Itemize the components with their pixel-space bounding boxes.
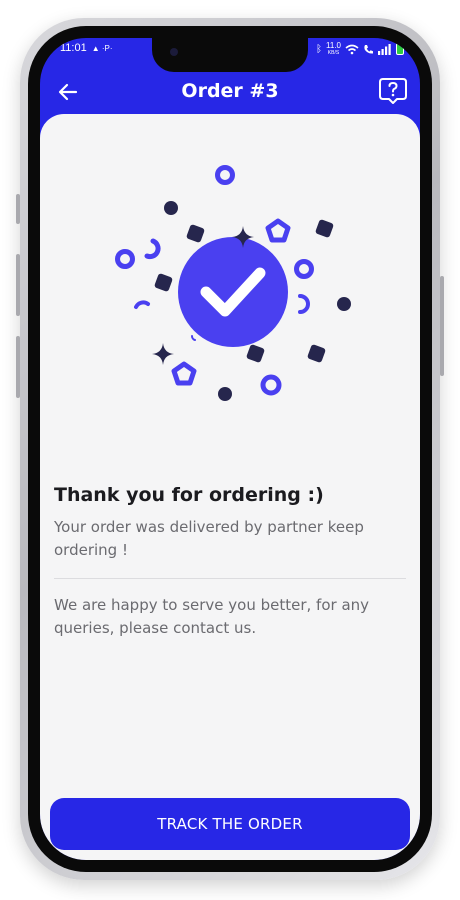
confetti-square bbox=[307, 344, 326, 363]
status-indicators: ▲ ·P· bbox=[91, 43, 113, 53]
volume-up-button bbox=[16, 254, 20, 316]
confetti-square bbox=[186, 224, 205, 243]
order-success-illustration bbox=[115, 165, 351, 401]
power-button bbox=[440, 276, 444, 376]
wifi-icon bbox=[345, 44, 359, 54]
help-button[interactable] bbox=[378, 76, 408, 106]
bluetooth-icon: ᛒ bbox=[316, 43, 323, 55]
delivery-message: Your order was delivered by partner keep… bbox=[54, 518, 364, 559]
confetti-pentagon bbox=[171, 361, 197, 386]
confetti-arc bbox=[144, 238, 161, 260]
order-status-card: Thank you for ordering :) Your order was… bbox=[40, 114, 420, 860]
network-speed: 11.0 KB/S bbox=[326, 41, 341, 57]
battery-icon bbox=[396, 43, 404, 55]
sparkle-icon bbox=[152, 343, 174, 365]
help-chat-icon bbox=[379, 78, 407, 104]
camera-notch bbox=[152, 38, 308, 72]
track-order-button[interactable]: TRACK THE ORDER bbox=[50, 798, 410, 850]
network-speed-unit: KB/S bbox=[327, 50, 340, 56]
app-header: Order #3 bbox=[40, 72, 420, 114]
confetti-ring bbox=[260, 374, 282, 396]
confetti-pentagon bbox=[265, 218, 291, 243]
call-icon bbox=[364, 44, 373, 54]
confetti-dot bbox=[337, 297, 351, 311]
network-speed-value: 11.0 bbox=[326, 41, 341, 50]
status-time: 11:01 bbox=[60, 42, 87, 54]
confetti-ring bbox=[115, 249, 135, 269]
section-divider bbox=[54, 578, 406, 579]
phone-screen: 11:01 ▲ ·P· ᛒ 11.0 KB/S Order #3 Thank y… bbox=[40, 38, 420, 860]
confetti-arc bbox=[298, 294, 310, 314]
success-badge-circle bbox=[178, 237, 288, 347]
confetti-arc bbox=[134, 300, 150, 309]
confetti-arc bbox=[191, 335, 196, 341]
confetti-ring bbox=[294, 259, 314, 279]
confetti-dot bbox=[164, 201, 178, 215]
front-camera bbox=[170, 48, 178, 56]
status-right: ᛒ 11.0 KB/S bbox=[316, 42, 404, 56]
confetti-dot bbox=[218, 387, 232, 401]
support-message: We are happy to serve you better, for an… bbox=[54, 596, 370, 637]
volume-down-button bbox=[16, 336, 20, 398]
thank-you-heading: Thank you for ordering :) bbox=[54, 484, 324, 506]
confetti-square bbox=[246, 344, 265, 363]
device-frame: 11:01 ▲ ·P· ᛒ 11.0 KB/S Order #3 Thank y… bbox=[0, 0, 460, 900]
page-title: Order #3 bbox=[181, 80, 279, 102]
signal-icon bbox=[378, 43, 391, 55]
mute-switch bbox=[16, 194, 20, 224]
confetti-square bbox=[315, 219, 334, 238]
confetti-ring bbox=[215, 165, 235, 185]
status-left: 11:01 ▲ ·P· bbox=[60, 42, 113, 54]
confetti-square bbox=[154, 273, 173, 292]
